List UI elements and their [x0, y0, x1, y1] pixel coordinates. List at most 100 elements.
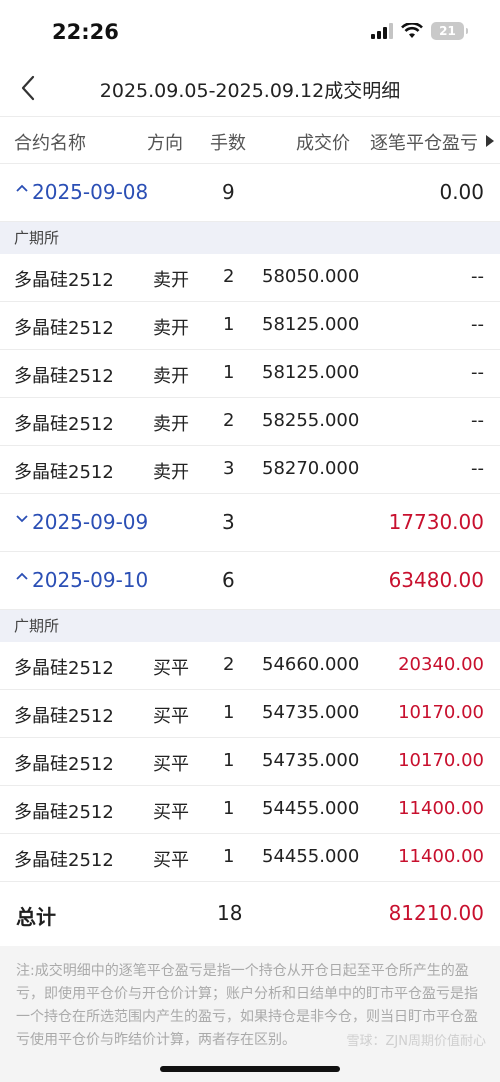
trade-price: 58125.000 [262, 314, 360, 335]
trade-pnl: 11400.00 [398, 846, 484, 867]
group-qty: 6 [222, 568, 235, 592]
trade-pnl: 10170.00 [398, 702, 484, 723]
trade-row[interactable]: 多晶硅2512 买平 2 54660.000 20340.00 [0, 642, 500, 690]
group-date: 2025-09-08 [32, 180, 149, 204]
trade-contract: 多晶硅2512 [14, 462, 114, 483]
column-price: 成交价 [296, 133, 350, 154]
trade-pnl: -- [471, 410, 484, 431]
trade-row[interactable]: 多晶硅2512 买平 1 54735.000 10170.00 [0, 738, 500, 786]
trade-direction: 买平 [153, 706, 189, 727]
column-header: 合约名称 方向 手数 成交价 逐笔平仓盈亏 [0, 116, 500, 164]
trade-contract: 多晶硅2512 [14, 318, 114, 339]
trade-direction: 买平 [153, 754, 189, 775]
trade-direction: 卖开 [153, 318, 189, 339]
nav-bar: 2025.09.05-2025.09.12成交明细 [0, 62, 500, 114]
chevron-up-icon[interactable] [14, 180, 30, 196]
date-group-row[interactable]: 2025-09-08 9 0.00 [0, 164, 500, 222]
trade-pnl: -- [471, 458, 484, 479]
trade-price: 58050.000 [262, 266, 360, 287]
trade-direction: 卖开 [153, 270, 189, 291]
total-row: 总计 18 81210.00 [0, 884, 500, 942]
status-bar: 22:26 21 [0, 0, 500, 62]
trade-qty: 1 [223, 798, 235, 819]
trade-pnl: 11400.00 [398, 798, 484, 819]
status-time: 22:26 [52, 20, 119, 44]
trade-pnl: -- [471, 362, 484, 383]
trade-direction: 卖开 [153, 366, 189, 387]
trade-contract: 多晶硅2512 [14, 366, 114, 387]
trade-direction: 卖开 [153, 462, 189, 483]
trade-direction: 买平 [153, 658, 189, 679]
group-qty: 3 [222, 510, 235, 534]
trade-pnl: 20340.00 [398, 654, 484, 675]
trade-qty: 1 [223, 314, 235, 335]
trade-row[interactable]: 多晶硅2512 买平 1 54455.000 11400.00 [0, 834, 500, 882]
trade-price: 58270.000 [262, 458, 360, 479]
trade-qty: 1 [223, 362, 235, 383]
chevron-down-icon[interactable] [14, 510, 30, 526]
wifi-icon [401, 23, 423, 38]
trade-contract: 多晶硅2512 [14, 850, 114, 871]
group-pnl: 17730.00 [388, 510, 484, 534]
trade-row[interactable]: 多晶硅2512 卖开 2 58050.000 -- [0, 254, 500, 302]
date-group-row[interactable]: 2025-09-09 3 17730.00 [0, 494, 500, 552]
trade-row[interactable]: 多晶硅2512 卖开 3 58270.000 -- [0, 446, 500, 494]
column-direction: 方向 [147, 133, 183, 154]
exchange-label: 广期所 [0, 610, 500, 642]
trade-price: 54455.000 [262, 846, 360, 867]
footnote: 注:成交明细中的逐笔平仓盈亏是指一个持仓从开仓日起至平仓所产生的盈亏，即使用平仓… [0, 946, 500, 1082]
trade-price: 54660.000 [262, 654, 360, 675]
trade-qty: 2 [223, 266, 235, 287]
group-pnl: 63480.00 [388, 568, 484, 592]
trade-qty: 2 [223, 410, 235, 431]
trade-direction: 买平 [153, 802, 189, 823]
page-title: 2025.09.05-2025.09.12成交明细 [99, 80, 401, 102]
signal-icon [371, 23, 393, 39]
trade-pnl: -- [471, 266, 484, 287]
trade-row[interactable]: 多晶硅2512 卖开 1 58125.000 -- [0, 302, 500, 350]
trade-price: 54455.000 [262, 798, 360, 819]
trade-row[interactable]: 多晶硅2512 卖开 1 58125.000 -- [0, 350, 500, 398]
trade-price: 58255.000 [262, 410, 360, 431]
exchange-label: 广期所 [0, 222, 500, 254]
trade-price: 54735.000 [262, 750, 360, 771]
total-pnl: 81210.00 [388, 901, 484, 925]
home-indicator [160, 1066, 340, 1072]
total-label: 总计 [16, 905, 56, 929]
trade-direction: 买平 [153, 850, 189, 871]
group-date: 2025-09-09 [32, 510, 149, 534]
trade-direction: 卖开 [153, 414, 189, 435]
trade-qty: 1 [223, 846, 235, 867]
trade-contract: 多晶硅2512 [14, 706, 114, 727]
trade-pnl: -- [471, 314, 484, 335]
trade-row[interactable]: 多晶硅2512 买平 1 54735.000 10170.00 [0, 690, 500, 738]
trade-contract: 多晶硅2512 [14, 658, 114, 679]
battery-icon: 21 [431, 22, 468, 40]
total-qty: 18 [217, 901, 243, 925]
status-icons: 21 [371, 22, 468, 40]
trade-row[interactable]: 多晶硅2512 买平 1 54455.000 11400.00 [0, 786, 500, 834]
watermark: 雪球：ZJN周期价值耐心 [346, 1034, 486, 1049]
trade-qty: 3 [223, 458, 235, 479]
trade-qty: 1 [223, 750, 235, 771]
trade-price: 58125.000 [262, 362, 360, 383]
column-contract: 合约名称 [14, 133, 86, 154]
trade-qty: 1 [223, 702, 235, 723]
trade-price: 54735.000 [262, 702, 360, 723]
group-pnl: 0.00 [439, 180, 484, 204]
chevron-up-icon[interactable] [14, 568, 30, 584]
trade-contract: 多晶硅2512 [14, 270, 114, 291]
group-date: 2025-09-10 [32, 568, 149, 592]
trade-contract: 多晶硅2512 [14, 802, 114, 823]
trade-list: 2025-09-08 9 0.00 广期所 多晶硅2512 卖开 2 58050… [0, 164, 500, 882]
trade-row[interactable]: 多晶硅2512 卖开 2 58255.000 -- [0, 398, 500, 446]
caret-right-icon[interactable] [486, 135, 494, 147]
column-pnl[interactable]: 逐笔平仓盈亏 [370, 129, 478, 155]
group-qty: 9 [222, 180, 235, 204]
column-quantity: 手数 [210, 133, 246, 154]
trade-qty: 2 [223, 654, 235, 675]
trade-contract: 多晶硅2512 [14, 754, 114, 775]
trade-contract: 多晶硅2512 [14, 414, 114, 435]
date-group-row[interactable]: 2025-09-10 6 63480.00 [0, 552, 500, 610]
trade-pnl: 10170.00 [398, 750, 484, 771]
